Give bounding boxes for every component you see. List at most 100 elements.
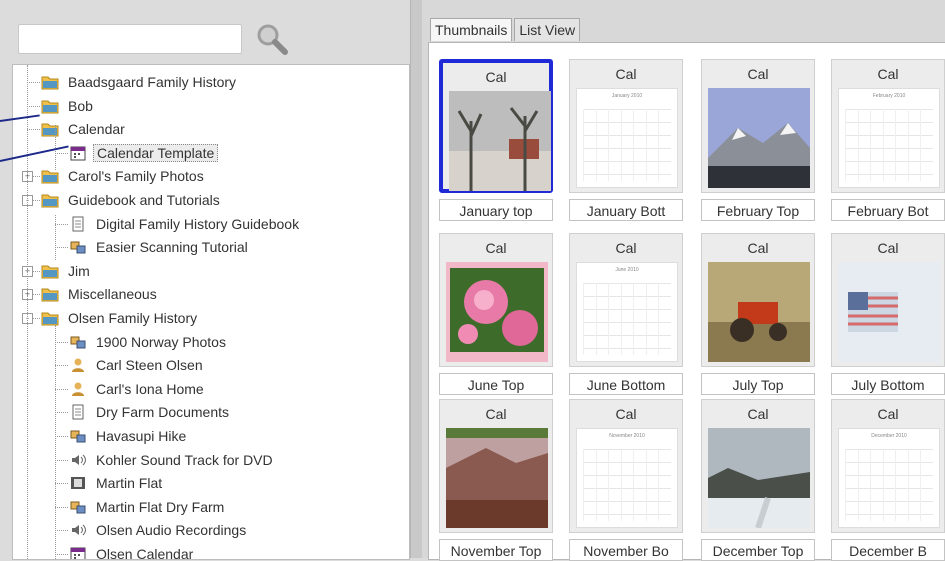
tree-connector [55, 554, 68, 555]
tree-connector [55, 223, 68, 225]
calendar-page-title: February 2010 [872, 93, 906, 99]
view-tabs: Thumbnails List View [430, 18, 582, 41]
tree-item[interactable]: Carol's Family Photos [41, 165, 207, 187]
document-icon [72, 404, 84, 420]
tree-item-label: Martin Flat Dry Farm [96, 498, 225, 515]
thumbnail-image [708, 428, 810, 528]
thumbnail-badge: Cal [877, 406, 899, 422]
thumbnail-badge: Cal [747, 406, 769, 422]
thumbnail-grid: Cal January top Cal January 2010 January Bot… [428, 42, 945, 561]
tree-item[interactable]: Martin Flat [69, 472, 165, 494]
tree-item[interactable]: Kohler Sound Track for DVD [69, 449, 276, 471]
person-icon [72, 358, 84, 373]
tree-item[interactable]: Olsen Family History [41, 307, 200, 329]
tree-item-label: Martin Flat [96, 475, 163, 492]
thumbnail-badge: Cal [877, 66, 899, 82]
tree-item[interactable]: Calendar Template [69, 142, 219, 164]
tree-item-label: Olsen Audio Recordings [96, 522, 247, 539]
tree-item[interactable]: Baadsgaard Family History [41, 71, 239, 93]
tree-item[interactable]: Bob [41, 95, 96, 117]
tree-connector [27, 82, 40, 83]
tree-item[interactable]: Olsen Audio Recordings [69, 519, 249, 541]
thumbnail-name-field[interactable]: July Top [701, 373, 815, 395]
thumbnail-frame[interactable]: Cal January 2010 [569, 59, 683, 193]
tree-item-label: Dry Farm Documents [96, 404, 230, 421]
tree-connector [55, 436, 68, 437]
tree-item-label: Easier Scanning Tutorial [96, 239, 248, 256]
thumbnail-image [446, 262, 548, 362]
thumbnail-badge: Cal [747, 240, 769, 256]
thumbnail-image [449, 91, 551, 191]
tree-item[interactable]: Easier Scanning Tutorial [69, 236, 251, 258]
tree-item[interactable]: Havasupi Hike [69, 425, 189, 447]
thumbnail-badge: Cal [485, 69, 507, 85]
calendar-page-image: November 2010 [576, 428, 678, 528]
thumbnail-name-field[interactable]: January top [439, 199, 553, 221]
thumbnail-frame[interactable]: Cal [439, 59, 553, 193]
thumbnail-image [446, 428, 548, 528]
thumbnail-image [708, 262, 810, 362]
photo-album-icon [70, 501, 86, 514]
folder-icon [41, 194, 59, 208]
tree-item-label: Baadsgaard Family History [68, 74, 237, 90]
tree-connector [27, 65, 28, 559]
calendar-page-title: November 2010 [609, 433, 645, 439]
tree-item[interactable]: Miscellaneous [41, 283, 160, 305]
thumbnail-badge: Cal [615, 66, 637, 82]
thumbnail-badge: Cal [747, 66, 769, 82]
folder-icon [41, 100, 59, 114]
thumbnail-badge: Cal [615, 406, 637, 422]
tree-connector [27, 129, 40, 131]
calendar-page-title: June 2010 [615, 267, 639, 273]
right-pane: Thumbnails List View Cal January top Cal Ja… [422, 0, 945, 561]
search-field[interactable] [25, 27, 239, 53]
audio-icon [72, 454, 86, 465]
tree-connector [55, 506, 68, 508]
thumbnail-badge: Cal [615, 240, 637, 256]
thumbnail-frame[interactable]: Cal February 2010 [831, 59, 945, 193]
tree-item[interactable]: 1900 Norway Photos [69, 331, 229, 353]
tree-item-label: Calendar Template [93, 143, 219, 162]
thumbnail-frame[interactable]: Cal [701, 59, 815, 193]
folder-icon [41, 76, 59, 90]
calendar-page-image: February 2010 [838, 88, 940, 188]
thumbnail-image [838, 262, 940, 362]
tree-item[interactable]: Guidebook and Tutorials [41, 189, 223, 211]
thumbnail-name-field[interactable]: July Bottom [831, 373, 945, 395]
thumbnail-frame[interactable]: Cal [439, 233, 553, 367]
thumbnail-name-field[interactable]: February Bot [831, 199, 945, 221]
thumbnail-frame[interactable]: Cal December 2010 [831, 399, 945, 533]
tree-item-label: Bob [68, 97, 93, 114]
thumbnail-badge: Cal [485, 406, 507, 422]
tree-item-label: 1900 Norway Photos [96, 333, 226, 350]
tree-item[interactable]: Carl's Iona Home [69, 378, 207, 400]
tree-connector [55, 325, 56, 559]
tab-thumbnails[interactable]: Thumbnails [430, 18, 513, 41]
tree-item-label: Carol's Family Photos [68, 168, 204, 185]
tree-item[interactable]: Carl Steen Olsen [69, 354, 206, 376]
tree-item[interactable]: Martin Flat Dry Farm [69, 496, 227, 518]
search-input[interactable] [18, 24, 242, 54]
thumbnail-frame[interactable]: Cal June 2010 [569, 233, 683, 367]
tree-item-label: Guidebook and Tutorials [68, 192, 220, 208]
tab-list-view[interactable]: List View [514, 18, 581, 41]
search-icon[interactable] [255, 22, 289, 56]
folder-icon [41, 312, 59, 326]
tree-item[interactable]: Jim [41, 260, 93, 282]
thumbnail-frame[interactable]: Cal [701, 399, 815, 533]
thumbnail-name-field[interactable]: January Bott [569, 199, 683, 221]
thumbnail-frame[interactable]: Cal [439, 399, 553, 533]
photo-album-icon [70, 430, 86, 443]
tree-item[interactable]: Dry Farm Documents [69, 401, 232, 423]
thumbnail-frame[interactable]: Cal [701, 233, 815, 367]
tree-item[interactable]: Digital Family History Guidebook [69, 213, 302, 235]
folder-icon [41, 265, 59, 279]
thumbnail-name-field[interactable]: June Bottom [569, 373, 683, 395]
thumbnail-name-field[interactable]: June Top [439, 373, 553, 395]
tree-item[interactable]: Olsen Calendar [69, 543, 196, 559]
thumbnail-frame[interactable]: Cal November 2010 [569, 399, 683, 533]
thumbnail-name-field[interactable]: February Top [701, 199, 815, 221]
tree-item-label: Carl Steen Olsen [96, 357, 203, 374]
thumbnail-frame[interactable]: Cal [831, 233, 945, 367]
audio-icon [72, 525, 86, 536]
